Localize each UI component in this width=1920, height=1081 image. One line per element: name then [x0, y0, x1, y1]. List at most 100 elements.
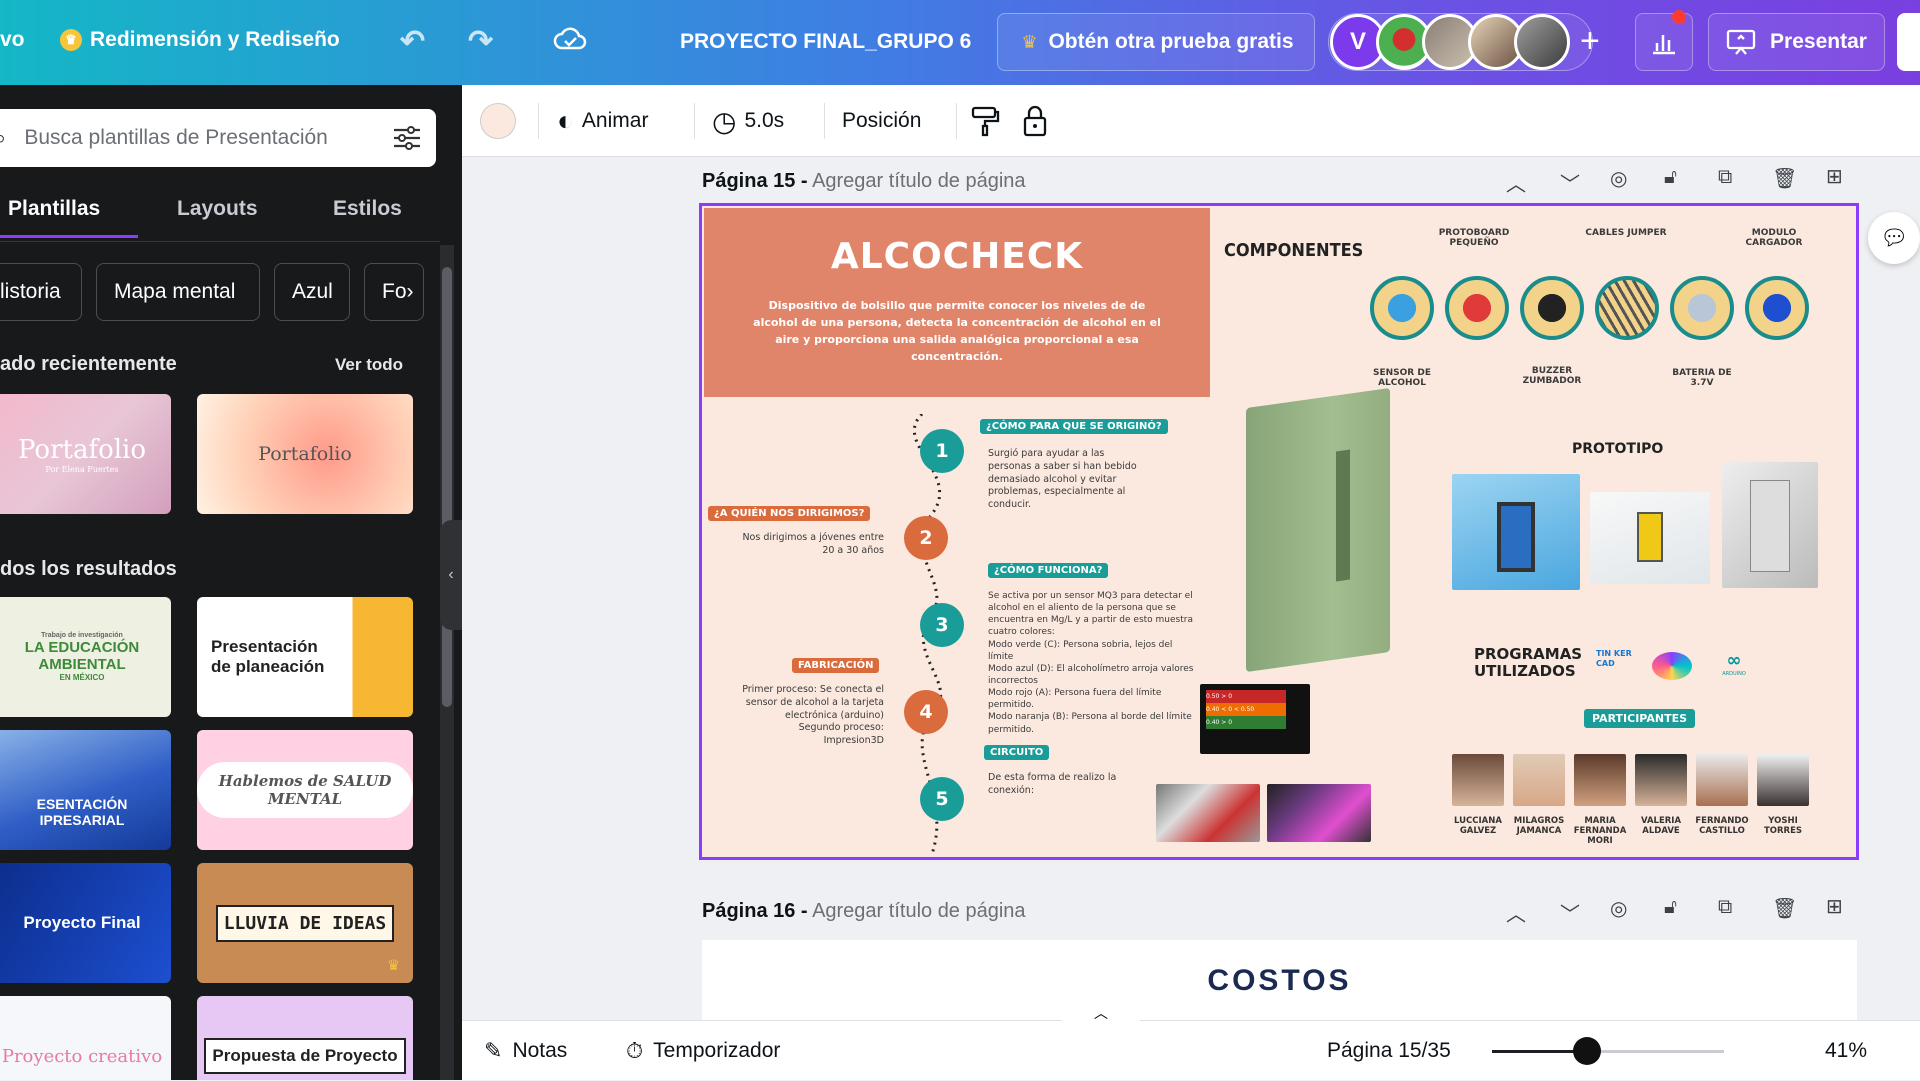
- animate-button[interactable]: ◐ Animar: [557, 85, 648, 157]
- notes-icon: ✎: [484, 1038, 503, 1063]
- slide-16-title: COSTOS: [1207, 964, 1352, 997]
- add-page-icon[interactable]: ⊞: [1826, 894, 1843, 919]
- hide-page-icon[interactable]: ◎: [1610, 166, 1627, 191]
- led-row-red: 0.50 > 0: [1206, 690, 1286, 703]
- tab-layouts[interactable]: Layouts: [177, 197, 258, 221]
- step-number: 4: [904, 690, 948, 734]
- participant-name: MARIA FERNANDA MORI: [1573, 816, 1627, 847]
- page-title-input[interactable]: Agregar título de página: [812, 170, 1026, 192]
- delete-page-icon[interactable]: 🗑︎: [1772, 896, 1797, 921]
- chevron-up-icon[interactable]: ︿: [1506, 898, 1526, 927]
- scrollbar-thumb[interactable]: [442, 267, 452, 707]
- page-title-input[interactable]: Agregar título de página: [812, 900, 1026, 922]
- insights-button[interactable]: [1635, 10, 1693, 71]
- copy-style-icon[interactable]: [970, 85, 1000, 157]
- template-result[interactable]: ESENTACIÓN IPRESARIAL: [0, 730, 171, 850]
- duplicate-page-icon[interactable]: ⧉: [1718, 896, 1732, 919]
- notes-button[interactable]: ✎ Notas: [484, 1021, 567, 1081]
- delete-page-icon[interactable]: 🗑︎: [1772, 166, 1797, 191]
- component-label: MODULO CARGADOR: [1745, 228, 1803, 249]
- chip-more[interactable]: Fo ›: [364, 263, 424, 321]
- chip-historia[interactable]: listoria: [0, 263, 82, 321]
- render-shape: [1497, 502, 1535, 572]
- recent-template[interactable]: Portafolio Por Elena Fuertes: [0, 394, 171, 514]
- page-label: Página 15 -: [702, 170, 808, 192]
- search-input[interactable]: ⌕ Busca plantillas de Presentación: [0, 109, 436, 167]
- zoom-slider-handle[interactable]: [1573, 1037, 1601, 1065]
- chevron-left-icon: ‹: [448, 566, 454, 583]
- led-row-green: 0.40 > 0: [1206, 716, 1286, 729]
- share-button[interactable]: [1897, 13, 1920, 71]
- lock-page-icon[interactable]: 🔓︎: [1664, 896, 1677, 919]
- animate-label: Animar: [581, 109, 649, 132]
- step-number: 5: [920, 777, 964, 821]
- resize-button[interactable]: ♛ Redimensión y Rediseño: [60, 28, 340, 52]
- home-button[interactable]: vo: [0, 28, 25, 52]
- notification-dot: [1672, 10, 1686, 24]
- template-result[interactable]: Proyecto creativo: [0, 996, 171, 1080]
- template-result[interactable]: Presentación de planeación: [197, 597, 413, 717]
- participant-name: VALERIA ALDAVE: [1640, 816, 1682, 837]
- editor-footer: ︿ ✎ Notas ⏱︎ Temporizador Página 15/35 41%: [462, 1003, 1920, 1081]
- position-button[interactable]: Posición: [842, 85, 921, 157]
- q3-text: Se activa por un sensor MQ3 para detecta…: [988, 590, 1198, 736]
- template-result[interactable]: Trabajo de investigación LA EDUCACIÓN AMB…: [0, 597, 171, 717]
- add-collaborator-icon[interactable]: +: [1580, 22, 1600, 61]
- step-number: 1: [920, 429, 964, 473]
- trial-button[interactable]: ♛ Obtén otra prueba gratis: [997, 13, 1315, 71]
- page-counter[interactable]: Página 15/35: [1327, 1021, 1451, 1081]
- add-page-icon[interactable]: ⊞: [1826, 164, 1843, 189]
- color-swatch[interactable]: [480, 85, 516, 157]
- recent-template[interactable]: Portafolio: [197, 394, 413, 514]
- chip-more-label: Fo: [382, 280, 407, 303]
- duplicate-page-icon[interactable]: ⧉: [1718, 166, 1732, 189]
- lock-page-icon[interactable]: 🔓︎: [1664, 166, 1677, 189]
- q2-title: ¿A QUIÉN NOS DIRIGIMOS?: [708, 506, 871, 521]
- slide-15[interactable]: ALCOCHECK Dispositivo de bolsillo que pe…: [699, 203, 1859, 860]
- zoom-slider[interactable]: [1492, 1037, 1724, 1065]
- tab-templates[interactable]: Plantillas: [8, 197, 100, 221]
- q5-text: De esta forma de realizo la conexión:: [988, 772, 1117, 796]
- prototype-3d-model: [1246, 387, 1390, 673]
- slide-16[interactable]: COSTOS: [702, 940, 1857, 1020]
- recent-section-title: ado recientemente: [0, 353, 177, 375]
- project-title[interactable]: PROYECTO FINAL_GRUPO 6: [680, 30, 971, 54]
- collapse-panel-handle[interactable]: ‹: [440, 520, 462, 630]
- timer-button[interactable]: ⏱︎ Temporizador: [626, 1021, 780, 1081]
- results-section-title: dos los resultados: [0, 558, 177, 580]
- see-all-link[interactable]: Ver todo: [335, 355, 403, 375]
- template-title: Hablemos de SALUD MENTAL: [197, 762, 413, 818]
- undo-icon[interactable]: ↶: [400, 24, 425, 59]
- chevron-down-icon[interactable]: ﹀: [1560, 898, 1580, 927]
- duration-button[interactable]: ◷ 5.0s: [712, 85, 784, 157]
- template-title: ESENTACIÓN IPRESARIAL: [36, 796, 128, 828]
- template-result[interactable]: Hablemos de SALUD MENTAL: [197, 730, 413, 850]
- template-result[interactable]: Proyecto Final: [0, 863, 171, 983]
- scrollbar[interactable]: [440, 245, 454, 1080]
- hide-page-icon[interactable]: ◎: [1610, 896, 1627, 921]
- canva-logo: [1652, 652, 1692, 680]
- tab-styles[interactable]: Estilos: [333, 197, 402, 221]
- template-result[interactable]: Propuesta de Proyecto: [197, 996, 413, 1080]
- zoom-level[interactable]: 41%: [1825, 1021, 1867, 1081]
- filter-icon[interactable]: [392, 125, 422, 151]
- expand-pages-handle[interactable]: ︿: [1062, 1003, 1140, 1023]
- q5-title: CIRCUITO: [984, 745, 1050, 760]
- redo-icon[interactable]: ↷: [468, 24, 493, 59]
- bar-chart-icon: [1653, 35, 1675, 55]
- q3-mode: Modo naranja (B): Persona al borde del l…: [988, 712, 1192, 735]
- prototype-photo: [1722, 462, 1818, 588]
- add-comment-button[interactable]: 💬︎: [1868, 212, 1920, 264]
- lock-icon[interactable]: [1022, 85, 1048, 157]
- participant-photo: [1696, 754, 1748, 806]
- template-result[interactable]: LLUVIA DE IDEAS ♛: [197, 863, 413, 983]
- participant-name: FERNANDO CASTILLO: [1695, 816, 1749, 837]
- chevron-down-icon[interactable]: ﹀: [1560, 168, 1580, 197]
- chip-azul[interactable]: Azul: [274, 263, 350, 321]
- chevron-up-icon[interactable]: ︿: [1506, 168, 1526, 197]
- present-button[interactable]: Presentar: [1708, 13, 1885, 71]
- notes-label: Notas: [512, 1039, 568, 1062]
- avatar[interactable]: [1514, 14, 1570, 70]
- cloud-saved-icon[interactable]: [553, 24, 587, 54]
- chip-mapa-mental[interactable]: Mapa mental: [96, 263, 260, 321]
